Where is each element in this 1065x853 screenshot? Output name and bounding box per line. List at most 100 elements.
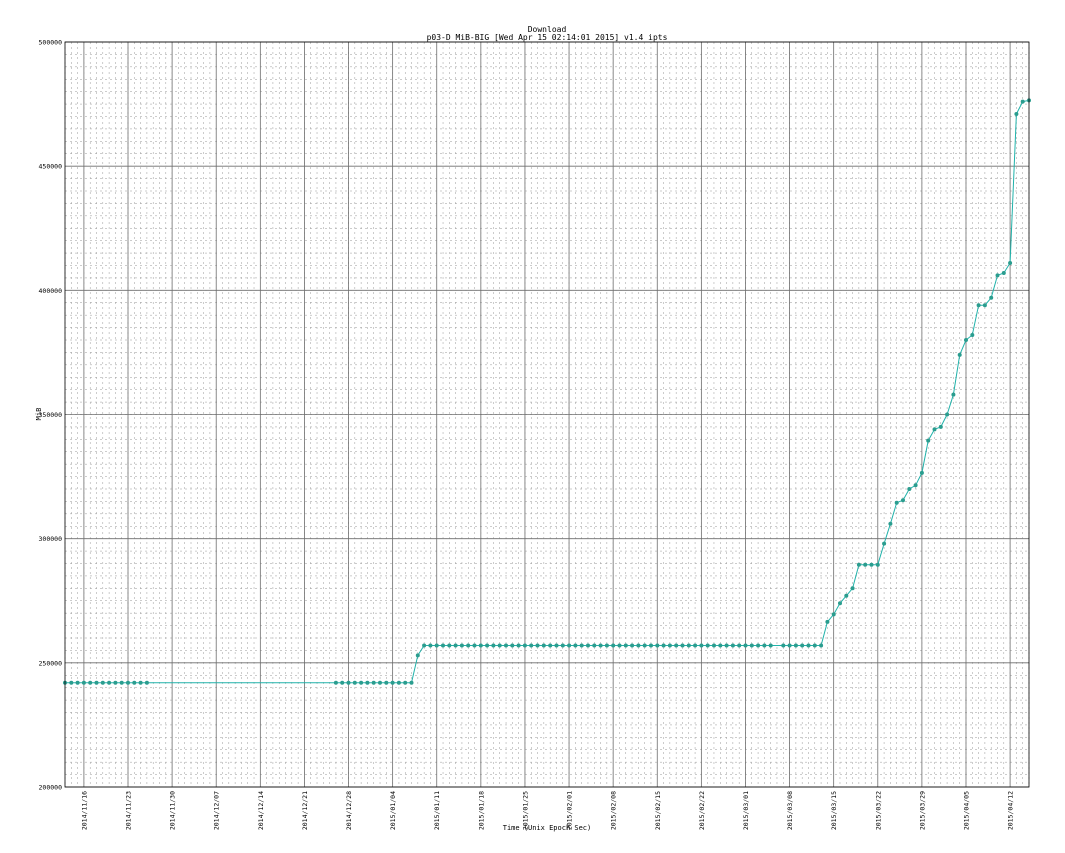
data-point — [466, 643, 471, 648]
data-point — [434, 643, 439, 648]
data-point — [69, 680, 74, 685]
data-point — [957, 352, 962, 357]
y-axis-label: MiB — [35, 408, 43, 421]
chart-subtitle: p03-D MiB-BIG [Wed Apr 15 02:14:01 2015]… — [427, 33, 668, 42]
data-point — [598, 643, 603, 648]
x-tick-label: 2015/02/15 — [654, 791, 662, 830]
data-point — [617, 643, 622, 648]
data-point — [869, 562, 874, 567]
data-point — [409, 680, 414, 685]
data-point — [441, 643, 445, 648]
data-point — [856, 562, 861, 567]
data-point — [403, 680, 408, 685]
data-point — [390, 680, 395, 685]
data-point — [768, 643, 773, 648]
y-tick-label: 300000 — [39, 535, 63, 543]
x-tick-label: 2014/12/21 — [301, 791, 309, 830]
data-point — [787, 643, 792, 648]
data-point — [623, 643, 628, 648]
x-tick-label: 2015/03/22 — [874, 791, 882, 830]
data-point — [674, 643, 679, 648]
data-point — [636, 643, 641, 648]
data-point — [472, 643, 477, 648]
data-point — [453, 643, 458, 648]
data-point — [522, 643, 527, 648]
data-point — [604, 643, 609, 648]
data-point — [630, 643, 635, 648]
data-point — [686, 643, 691, 648]
data-point — [548, 643, 553, 648]
data-point — [504, 643, 508, 648]
data-point — [781, 643, 786, 648]
data-point — [964, 338, 968, 342]
x-tick-label: 2015/02/08 — [610, 791, 618, 830]
y-tick-label: 450000 — [39, 163, 63, 171]
x-tick-label: 2014/12/07 — [213, 791, 221, 830]
data-point — [138, 680, 143, 685]
data-point — [94, 680, 99, 685]
data-point — [831, 612, 836, 617]
data-point — [743, 643, 748, 648]
data-point — [485, 643, 490, 648]
data-point — [926, 438, 931, 443]
data-point — [661, 643, 666, 648]
data-point — [541, 643, 546, 648]
x-axis-label: Time (Unix Epoch Sec) — [503, 824, 592, 832]
data-point — [844, 593, 849, 598]
data-point — [913, 483, 918, 488]
data-point — [365, 680, 370, 685]
data-point — [680, 643, 685, 648]
data-point — [510, 643, 515, 648]
data-point — [497, 643, 502, 648]
data-point — [907, 487, 912, 491]
data-point — [667, 643, 672, 648]
data-point — [724, 643, 729, 648]
data-point — [982, 303, 987, 308]
x-tick-label: 2015/03/01 — [742, 791, 750, 830]
data-point — [976, 303, 981, 308]
x-tick-label: 2015/03/15 — [830, 791, 838, 830]
data-point — [346, 680, 351, 685]
data-point — [838, 601, 842, 606]
data-point — [793, 643, 798, 648]
y-tick-label: 500000 — [39, 39, 63, 47]
data-point — [875, 562, 880, 567]
data-point — [113, 680, 118, 685]
data-point — [352, 680, 357, 685]
data-point — [806, 643, 811, 648]
data-point — [573, 643, 578, 648]
data-point — [592, 643, 597, 648]
data-point — [586, 643, 590, 648]
x-tick-label: 2015/01/18 — [477, 791, 485, 830]
data-point — [529, 643, 534, 648]
chart: Download p03-D MiB-BIG [Wed Apr 15 02:14… — [0, 0, 1065, 853]
data-point — [333, 680, 338, 685]
data-point — [567, 643, 572, 648]
x-tick-label: 2015/01/04 — [389, 791, 397, 830]
data-point — [989, 295, 994, 300]
data-point — [554, 643, 559, 648]
data-point — [428, 643, 433, 648]
data-point — [699, 643, 704, 648]
data-point — [919, 470, 924, 475]
data-point — [825, 619, 830, 624]
data-point — [863, 562, 868, 567]
data-point — [850, 586, 855, 591]
x-tick-label: 2014/11/23 — [125, 791, 133, 830]
data-point — [737, 643, 742, 648]
data-point — [649, 643, 653, 648]
data-point — [901, 498, 905, 503]
data-point — [693, 643, 698, 648]
data-point — [1008, 261, 1013, 265]
data-point — [655, 643, 660, 648]
data-point — [144, 680, 149, 685]
data-point — [535, 643, 540, 648]
x-tick-label: 2015/04/05 — [962, 791, 970, 830]
x-tick-label: 2014/11/30 — [169, 791, 177, 830]
data-point — [371, 680, 376, 685]
data-point — [762, 643, 767, 648]
data-point — [932, 427, 937, 432]
data-point — [995, 273, 1000, 278]
data-point — [705, 643, 710, 648]
data-point — [396, 680, 401, 685]
